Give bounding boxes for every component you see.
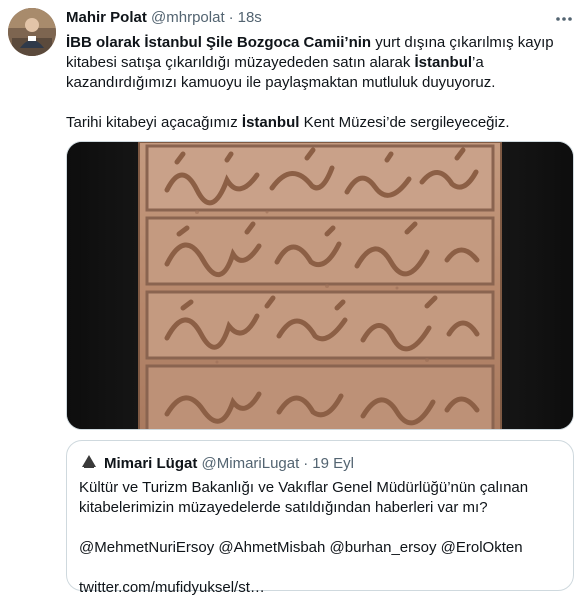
tweet-text: İBB olarak İstanbul Şile Bozgoca Camii’n… — [66, 33, 566, 133]
quoted-tweet-mentions: @MehmetNuriErsoy @AhmetMisbah @burhan_er… — [79, 539, 523, 556]
tweet-media-photo[interactable] — [66, 141, 574, 430]
author-avatar[interactable] — [8, 8, 56, 56]
quoted-author-name: Mimari Lügat — [104, 455, 198, 472]
quoted-author-handle: @MimariLugat — [201, 455, 300, 472]
quoted-tweet[interactable]: Mimari Lügat @MimariLugat · 19 Eyl Kültür … — [66, 440, 574, 596]
quoted-tweet-link: twitter.com/mufidyuksel/st… — [79, 579, 265, 596]
quoted-tweet-header: Mimari Lügat @MimariLugat · 19 Eyl — [79, 452, 354, 472]
tweet-bold-text: İstanbul — [241, 114, 300, 131]
quoted-author-avatar — [79, 452, 99, 472]
more-horizontal-icon[interactable] — [552, 10, 576, 28]
author-handle[interactable]: @mhrpolat — [151, 9, 225, 26]
quoted-tweet-date: 19 Eyl — [312, 455, 354, 472]
tweet-header: Mahir Polat @mhrpolat · 18s — [66, 9, 566, 29]
quoted-tweet-text: Kültür ve Turizm Bakanlığı ve Vakıflar G… — [79, 478, 563, 598]
tweet-bold-text: İBB olarak İstanbul Şile Bozgoca Camii’n… — [66, 34, 372, 51]
separator-dot: · — [303, 455, 309, 472]
author-name[interactable]: Mahir Polat — [66, 9, 147, 26]
tweet-paragraph-2: Tarihi kitabeyi açacağımız İstanbul Kent… — [66, 113, 566, 133]
inscription-stone-image — [67, 142, 573, 429]
tweet-timestamp[interactable]: 18s — [238, 9, 262, 26]
tweet: Mahir Polat @mhrpolat · 18s İBB olarak İst… — [0, 0, 586, 599]
tweet-paragraph-1: İBB olarak İstanbul Şile Bozgoca Camii’n… — [66, 33, 566, 93]
tweet-text-segment: Kent Müzesi’de sergileyeceğiz. — [299, 114, 510, 131]
tweet-text-segment: Tarihi kitabeyi açacağımız — [66, 114, 242, 131]
quoted-tweet-paragraph: Kültür ve Turizm Bakanlığı ve Vakıflar G… — [79, 479, 529, 516]
tweet-bold-text: İstanbul — [414, 54, 473, 71]
separator-dot: · — [228, 9, 234, 26]
